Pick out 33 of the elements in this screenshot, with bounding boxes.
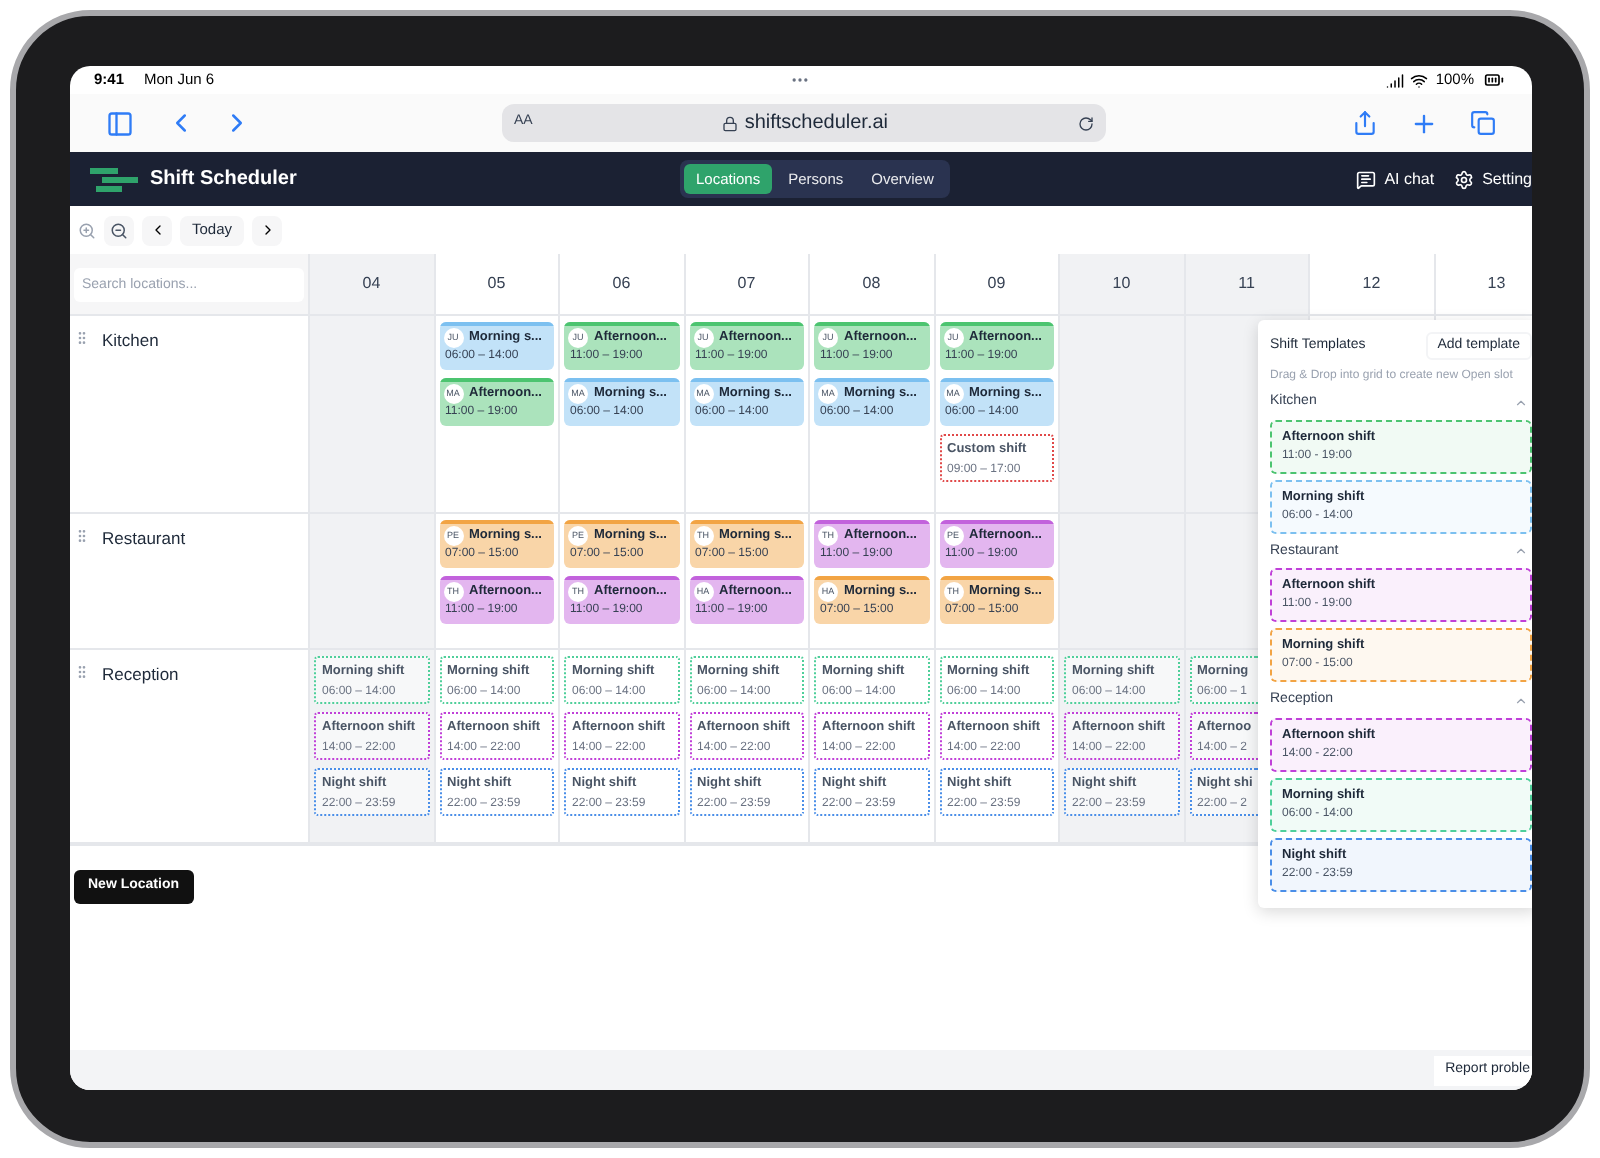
url: shiftscheduler.ai [744, 110, 889, 138]
location-name: Kitchen [102, 328, 159, 354]
logo-icon [90, 167, 138, 191]
lock-icon [722, 115, 739, 131]
ai-chat-button[interactable]: AI chat [1356, 167, 1435, 191]
settings-icon [1454, 169, 1475, 189]
signal-icon [1385, 71, 1404, 89]
day-header: 10 [1060, 254, 1185, 314]
day-header: 04 [310, 254, 435, 314]
sidebar-icon[interactable] [106, 109, 134, 137]
drag-handle-icon[interactable] [74, 664, 90, 680]
drag-handle-icon[interactable] [74, 330, 90, 346]
settings-button[interactable]: Setting [1454, 167, 1532, 191]
next-button[interactable] [252, 215, 283, 245]
zoom-out-button[interactable] [104, 215, 134, 245]
location-name: Restaurant [102, 526, 186, 552]
reload-icon[interactable] [1078, 115, 1094, 131]
zoom-out-icon [110, 221, 128, 239]
tabs-icon[interactable] [1470, 110, 1496, 136]
day-header: 05 [435, 254, 560, 314]
day-header: 07 [685, 254, 810, 314]
day-header: 09 [935, 254, 1060, 314]
chat-icon [1356, 169, 1377, 189]
zoom-in-icon[interactable] [78, 221, 96, 239]
wifi-icon [1409, 71, 1428, 89]
battery-icon [1480, 70, 1508, 90]
share-icon[interactable] [1352, 110, 1378, 136]
day-header: 11 [1185, 254, 1310, 314]
location-name: Reception [102, 662, 179, 688]
drag-handle-icon[interactable] [74, 528, 90, 544]
previous-button[interactable] [142, 215, 172, 245]
new-tab-icon[interactable] [1410, 109, 1438, 137]
app-title: Shift Scheduler [150, 166, 297, 194]
